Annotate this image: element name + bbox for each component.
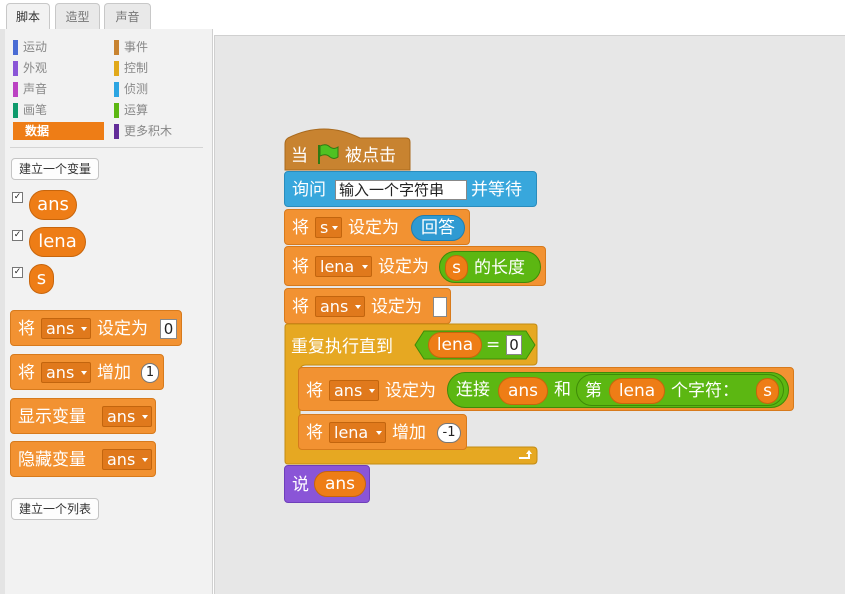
category-pen[interactable]: 画笔 — [13, 101, 103, 119]
change-lena-block[interactable]: 将 lena 增加 -1 — [298, 414, 467, 450]
variable-reporter-lena[interactable]: lena — [29, 227, 86, 257]
chevron-down-icon — [369, 389, 375, 393]
category-motion[interactable]: 运动 — [13, 38, 103, 56]
set-s-block[interactable]: 将 s 设定为 回答 — [284, 209, 470, 245]
length-of-operator[interactable]: s 的长度 — [439, 251, 541, 283]
category-color — [13, 40, 18, 55]
variable-reporter-s[interactable]: s — [29, 264, 54, 294]
set-lena-block[interactable]: 将 lena 设定为 s 的长度 — [284, 246, 546, 286]
palette-hide-variable-block[interactable]: 隐藏变量 ans — [10, 441, 156, 477]
category-divider — [10, 147, 203, 148]
join-operator[interactable]: 连接 ans 和 第 lena 个字符： s — [447, 372, 789, 408]
category-sound[interactable]: 声音 — [13, 80, 103, 98]
category-color — [13, 103, 18, 118]
variable-checkbox-lena[interactable]: ✓ — [12, 230, 23, 241]
variable-reporter-ans[interactable]: ans — [314, 471, 366, 497]
variable-dropdown[interactable]: lena — [315, 256, 372, 277]
make-list-button[interactable]: 建立一个列表 — [11, 498, 99, 520]
category-color — [114, 61, 119, 76]
set-ans-block[interactable]: 将 ans 设定为 — [284, 288, 451, 324]
chevron-down-icon — [376, 431, 382, 435]
palette-show-variable-block[interactable]: 显示变量 ans — [10, 398, 156, 434]
category-more-blocks[interactable]: 更多积木 — [114, 122, 204, 140]
loop-arrow-icon — [519, 450, 532, 459]
category-events[interactable]: 事件 — [114, 38, 204, 56]
say-block[interactable]: 说 ans — [284, 465, 370, 503]
variable-reporter-s[interactable]: s — [756, 378, 779, 404]
make-variable-button[interactable]: 建立一个变量 — [11, 158, 99, 180]
variable-checkbox-s[interactable]: ✓ — [12, 267, 23, 278]
variable-reporter-ans[interactable]: ans — [29, 190, 77, 220]
variable-checkbox-ans[interactable]: ✓ — [12, 192, 23, 203]
letter-of-operator[interactable]: 第 lena 个字符： s — [576, 374, 784, 406]
category-sensing[interactable]: 侦测 — [114, 80, 204, 98]
tab-bar: 脚本 造型 声音 — [0, 0, 845, 31]
ask-prompt-input[interactable]: 输入一个字符串 — [335, 180, 467, 200]
chevron-down-icon — [81, 371, 87, 375]
variable-reporter-s[interactable]: s — [445, 255, 468, 281]
chevron-down-icon — [142, 458, 148, 462]
category-color — [114, 103, 119, 118]
tab-costumes[interactable]: 造型 — [55, 3, 100, 29]
category-color — [114, 40, 119, 55]
variable-dropdown[interactable]: ans — [102, 406, 152, 427]
value-input[interactable]: 0 — [160, 319, 177, 339]
ask-and-wait-block[interactable]: 询问 输入一个字符串 并等待 — [284, 171, 537, 207]
tab-sounds[interactable]: 声音 — [104, 3, 151, 29]
category-looks[interactable]: 外观 — [13, 59, 103, 77]
category-data[interactable]: 数据 — [13, 122, 104, 140]
compare-value-input[interactable]: 0 — [506, 335, 522, 355]
category-color — [114, 124, 119, 139]
chevron-down-icon — [362, 265, 368, 269]
value-input[interactable]: -1 — [437, 423, 461, 443]
chevron-down-icon — [355, 305, 361, 309]
category-color — [13, 82, 18, 97]
variable-dropdown[interactable]: ans — [41, 362, 91, 383]
variable-reporter-ans[interactable]: ans — [498, 377, 548, 405]
variable-reporter-lena[interactable]: lena — [428, 332, 482, 358]
variable-dropdown[interactable]: ans — [315, 296, 365, 317]
variable-dropdown[interactable]: s — [315, 217, 342, 238]
variable-dropdown[interactable]: ans — [102, 449, 152, 470]
palette-change-variable-block[interactable]: 将 ans 增加 1 — [10, 354, 164, 390]
category-color — [13, 61, 18, 76]
variable-reporter-lena[interactable]: lena — [609, 378, 665, 404]
chevron-down-icon — [142, 415, 148, 419]
palette-set-variable-block[interactable]: 将 ans 设定为 0 — [10, 310, 182, 346]
value-input[interactable]: 1 — [141, 363, 159, 383]
equals-operator[interactable]: lena = 0 — [414, 330, 536, 360]
category-control[interactable]: 控制 — [114, 59, 204, 77]
value-input[interactable] — [433, 297, 447, 317]
variable-dropdown[interactable]: ans — [329, 380, 379, 401]
answer-reporter[interactable]: 回答 — [411, 215, 465, 241]
set-ans-join-block[interactable]: 将 ans 设定为 连接 ans 和 第 lena 个字符： s — [298, 367, 794, 411]
green-flag-icon — [318, 144, 339, 164]
tab-scripts[interactable]: 脚本 — [6, 3, 50, 31]
chevron-down-icon — [81, 327, 87, 331]
variable-dropdown[interactable]: ans — [41, 318, 91, 339]
chevron-down-icon — [332, 226, 338, 230]
when-flag-clicked-block[interactable]: 当 被点击 — [284, 126, 411, 171]
category-operators[interactable]: 运算 — [114, 101, 204, 119]
category-color — [114, 82, 119, 97]
variable-dropdown[interactable]: lena — [329, 422, 386, 443]
